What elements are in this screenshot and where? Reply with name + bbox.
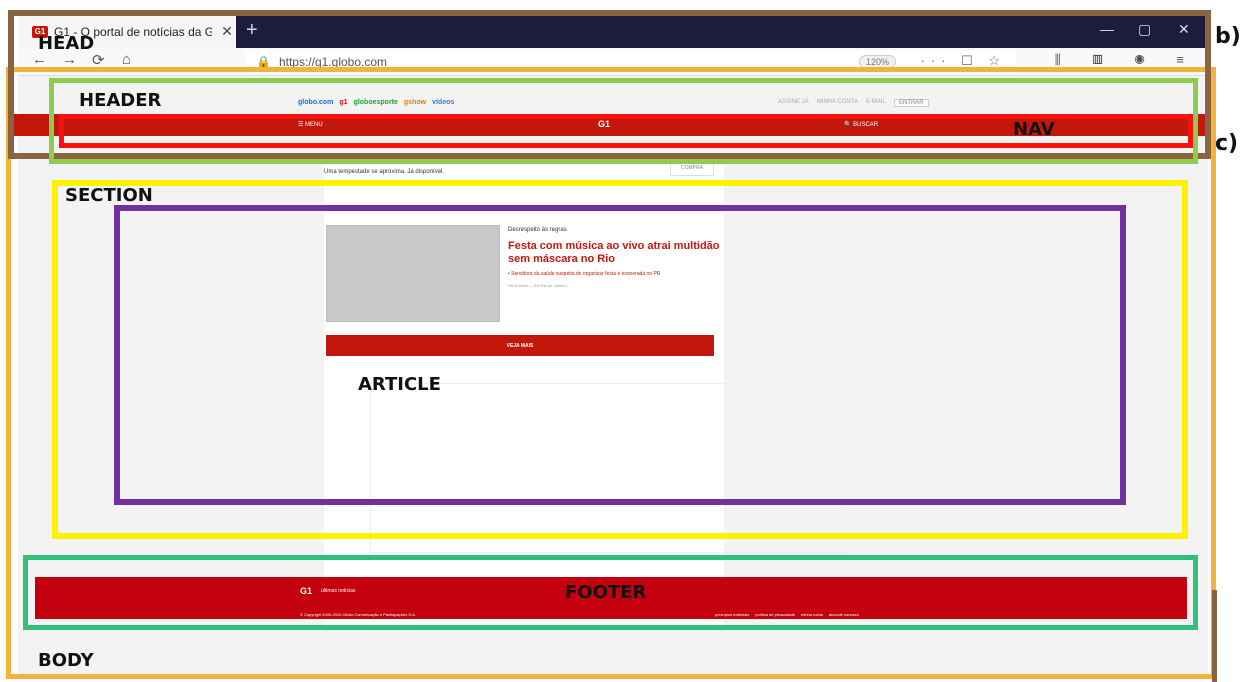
- footer-links: princípios editoriais política de privac…: [715, 612, 859, 617]
- home-icon[interactable]: ⌂: [122, 51, 131, 68]
- restore-icon[interactable]: ▢: [1138, 21, 1151, 38]
- globo-top-bar: globo.com g1 globoesporte gshow vídeos A…: [18, 96, 1208, 114]
- link-g1[interactable]: g1: [339, 99, 347, 106]
- footer-link-privacidade[interactable]: política de privacidade: [755, 612, 795, 617]
- lock-icon: 🔒: [256, 55, 271, 69]
- menu-button[interactable]: ☰ MENU: [298, 121, 323, 128]
- close-tab-icon[interactable]: ✕: [218, 23, 236, 40]
- toolbar-menu-icons[interactable]: ⫼ ▥ ◉ ≡: [1055, 52, 1198, 68]
- link-videos[interactable]: vídeos: [432, 99, 454, 106]
- footer-g1-logo[interactable]: G1: [300, 586, 312, 596]
- label-section: SECTION: [65, 185, 153, 206]
- label-nav: NAV: [1013, 119, 1055, 140]
- label-head: HEAD: [38, 33, 95, 54]
- link-globo[interactable]: globo.com: [298, 99, 333, 106]
- article-thumbnail[interactable]: [326, 225, 500, 322]
- browser-toolbar: ← → ⟳ ⌂ 🔒 https://g1.globo.com 120% ··· …: [18, 48, 1208, 76]
- link-minha-conta[interactable]: MINHA CONTA: [817, 99, 858, 107]
- zoom-badge[interactable]: 120%: [858, 55, 896, 69]
- related-link[interactable]: • Servidora da saúde suspeita de organiz…: [508, 271, 660, 277]
- article-meta: Há 8 horas — Em Rio de Janeiro: [508, 283, 567, 288]
- label-footer: FOOTER: [565, 582, 647, 603]
- link-email[interactable]: E-MAIL: [866, 99, 886, 107]
- g1-logo[interactable]: G1: [598, 119, 610, 129]
- link-assine[interactable]: ASSINE JÁ: [778, 99, 809, 107]
- footer-copyright: © Copyright 2000-2020 Globo Comunicação …: [300, 612, 416, 617]
- article-headline[interactable]: Festa com música ao vivo atrai multidão …: [508, 240, 738, 266]
- page-actions-icons[interactable]: ··· ☐ ☆: [920, 53, 1006, 69]
- label-side-b: b): [1215, 24, 1241, 49]
- browser-tab-strip: G1 G1 - O portal de notícias da Gl ✕ + —…: [18, 15, 1208, 48]
- veja-mais-button[interactable]: VEJA MAIS: [326, 335, 714, 356]
- footer-ultimas-link[interactable]: últimas notícias: [321, 588, 355, 594]
- label-article: ARTICLE: [358, 374, 441, 395]
- globo-links: globo.com g1 globoesporte gshow vídeos: [298, 99, 454, 106]
- article-kicker: Desrespeito às regras: [508, 227, 567, 233]
- close-window-icon[interactable]: ✕: [1178, 21, 1190, 38]
- footer-link-principios[interactable]: princípios editoriais: [715, 612, 749, 617]
- entrar-button[interactable]: ENTRAR: [893, 99, 929, 107]
- minimize-icon[interactable]: —: [1100, 21, 1114, 37]
- link-globoesporte[interactable]: globoesporte: [354, 99, 398, 106]
- label-side-c: c): [1215, 131, 1239, 156]
- url-bar[interactable]: 🔒 https://g1.globo.com 120% ··· ☐ ☆: [246, 51, 1016, 73]
- compra-button[interactable]: COMPRA: [670, 160, 714, 176]
- scrollbar-line: [1212, 590, 1217, 682]
- ad-placeholder: [370, 383, 846, 553]
- label-header: HEADER: [79, 90, 162, 111]
- annotated-screenshot: G1 G1 - O portal de notícias da Gl ✕ + —…: [0, 0, 1259, 682]
- new-tab-icon[interactable]: +: [246, 19, 258, 42]
- url-text: https://g1.globo.com: [278, 55, 388, 69]
- user-links: ASSINE JÁ MINHA CONTA E-MAIL ENTRAR: [778, 99, 929, 107]
- weather-teaser[interactable]: Uma tempestade se aproxima. Já disponíve…: [324, 169, 444, 175]
- footer-link-anuncie[interactable]: anuncie conosco: [829, 612, 859, 617]
- link-gshow[interactable]: gshow: [404, 99, 426, 106]
- label-body: BODY: [38, 650, 94, 671]
- search-button[interactable]: 🔍 BUSCAR: [844, 121, 878, 128]
- footer-link-minha-conta[interactable]: minha conta: [801, 612, 823, 617]
